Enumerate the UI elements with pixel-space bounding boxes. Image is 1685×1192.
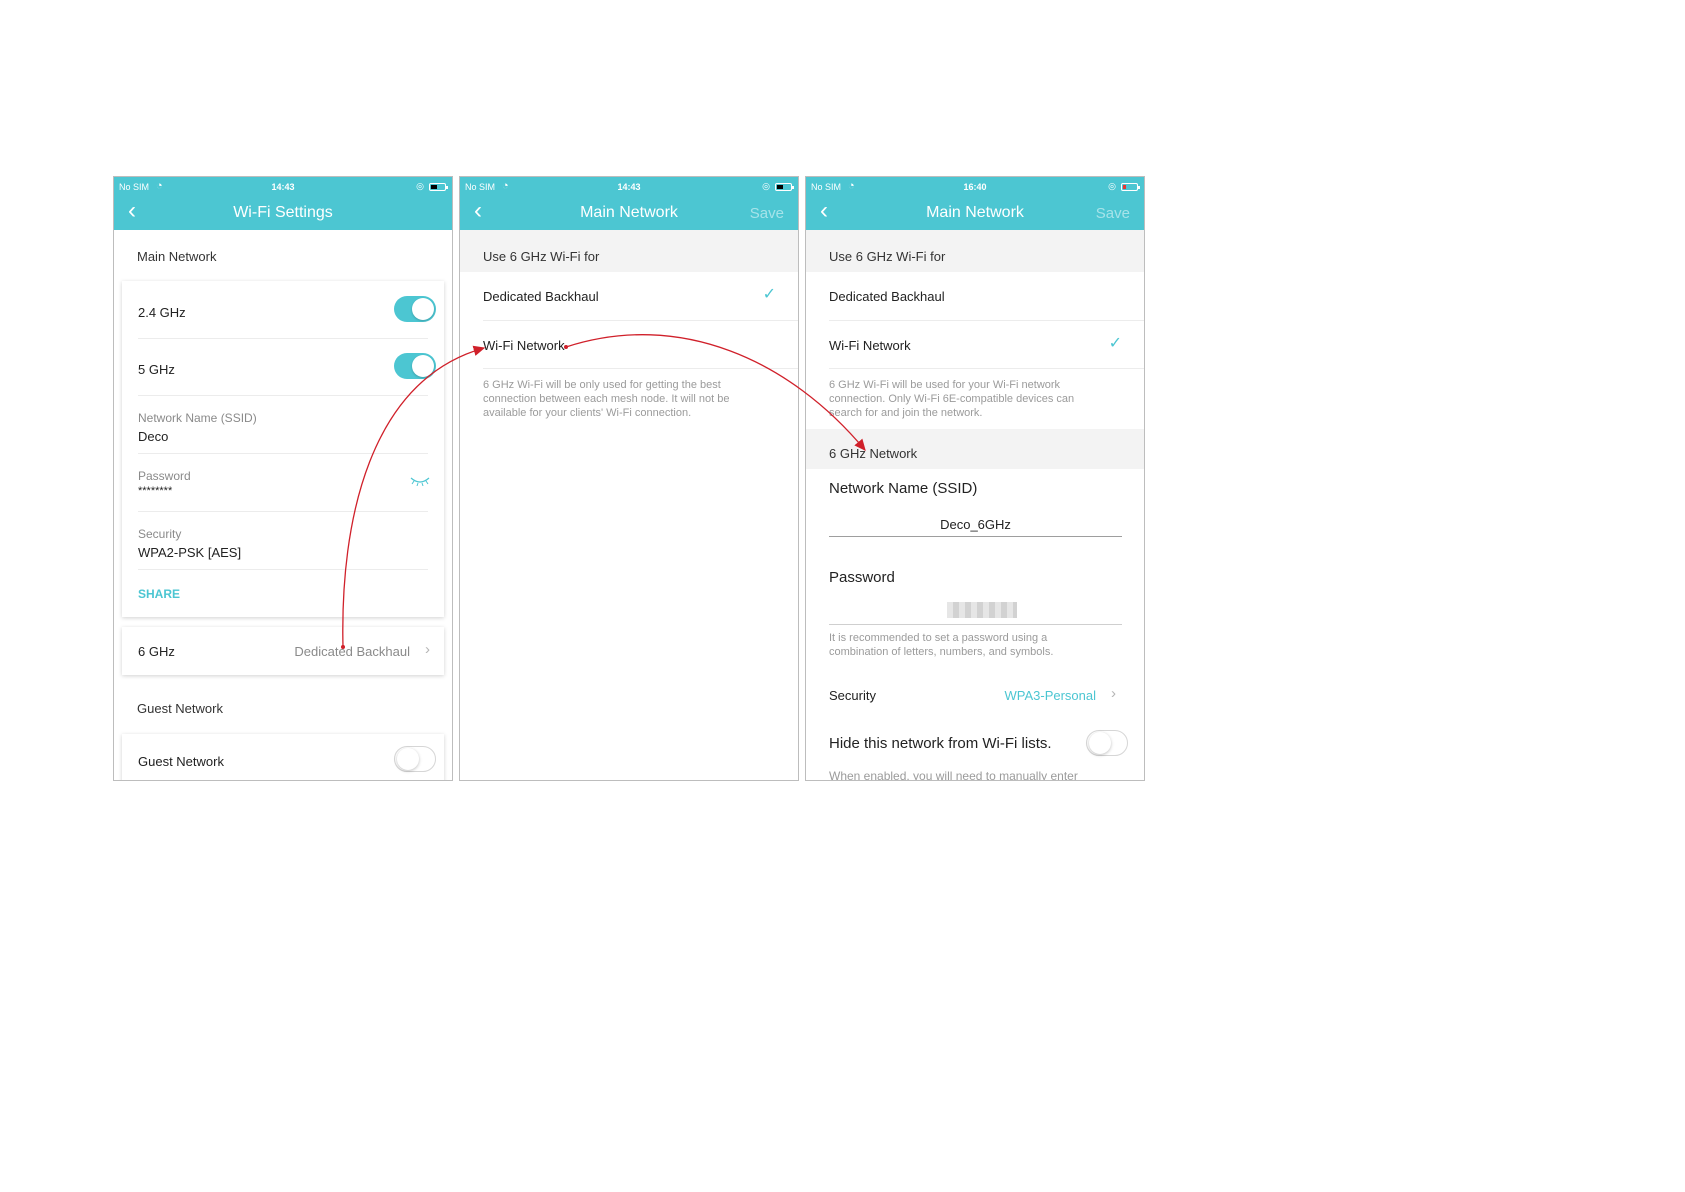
arrow-start-dot-2 (564, 345, 568, 349)
arrow-start-dot (341, 645, 345, 649)
annotation-arrows (341, 334, 866, 649)
arrow-to-screen3 (565, 334, 866, 451)
arrow-to-screen2 (342, 345, 486, 648)
